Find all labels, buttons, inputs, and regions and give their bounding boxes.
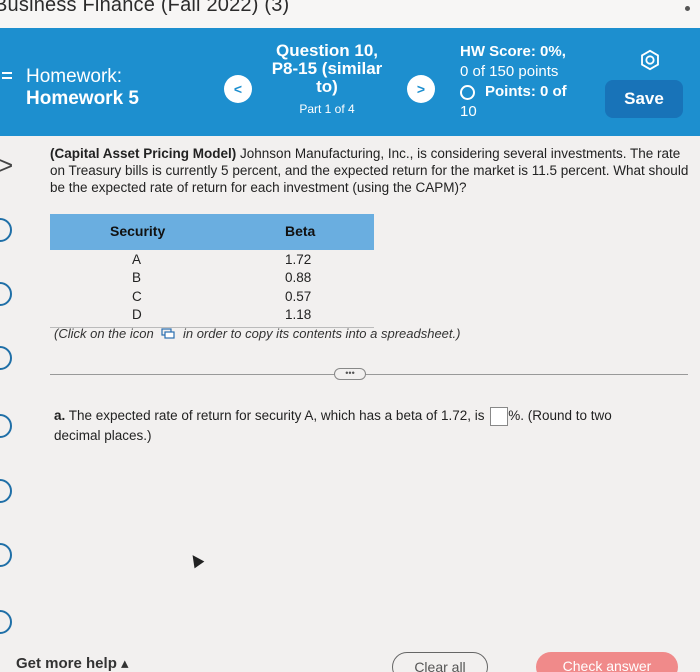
score-panel: HW Score: 0%, 0 of 150 points Points: 0 … bbox=[460, 42, 590, 122]
hw-points: 0 of 150 points bbox=[460, 63, 559, 80]
table-row: B 0.88 bbox=[50, 270, 374, 288]
current-question-arrow-icon: > bbox=[0, 150, 14, 180]
copy-note-before: (Click on the icon bbox=[54, 326, 154, 341]
copy-note-after: in order to copy its contents into a spr… bbox=[182, 326, 461, 341]
problem-statement: (Capital Asset Pricing Model) Johnson Ma… bbox=[50, 145, 690, 196]
copy-instruction: (Click on the icon in order to copy its … bbox=[54, 326, 460, 342]
expand-ellipsis-icon[interactable]: ••• bbox=[334, 368, 366, 380]
mouse-cursor-icon bbox=[187, 551, 205, 569]
points-label: Points: 0 of bbox=[485, 83, 567, 100]
save-button[interactable]: Save bbox=[605, 80, 683, 118]
problem-lead: (Capital Asset Pricing Model) bbox=[50, 146, 237, 161]
question-part: Part 1 of 4 bbox=[299, 102, 355, 116]
answer-input[interactable] bbox=[490, 406, 509, 426]
points-total: 10 bbox=[460, 103, 477, 120]
beta-cell: 1.18 bbox=[285, 307, 312, 322]
settings-gear-icon[interactable] bbox=[630, 42, 670, 78]
copy-to-spreadsheet-icon[interactable] bbox=[161, 327, 175, 342]
menu-icon[interactable] bbox=[2, 72, 12, 84]
points-ring-icon bbox=[460, 84, 475, 100]
part-a-text-after: %. bbox=[508, 408, 528, 423]
get-more-help-link[interactable]: Get more help ▴ bbox=[16, 654, 129, 672]
course-strip: Business Finance (Fall 2022) (3) bbox=[0, 0, 700, 28]
beta-cell: 0.57 bbox=[285, 289, 312, 304]
check-answer-button[interactable]: Check answer bbox=[536, 652, 678, 672]
question-nav-circle[interactable] bbox=[0, 543, 12, 567]
course-title: Business Finance (Fall 2022) (3) bbox=[0, 0, 290, 16]
previous-question-button[interactable]: < bbox=[224, 75, 252, 103]
question-part-a: a. The expected rate of return for secur… bbox=[54, 406, 654, 445]
column-header-beta: Beta bbox=[285, 223, 316, 239]
question-nav-circle[interactable] bbox=[0, 346, 12, 370]
beta-cell: 0.88 bbox=[285, 270, 312, 285]
beta-cell: 1.72 bbox=[285, 252, 312, 267]
status-dot bbox=[685, 6, 690, 11]
question-nav-circle[interactable] bbox=[0, 610, 12, 634]
table-row: A 1.72 bbox=[50, 252, 374, 270]
part-a-text-before: The expected rate of return for security… bbox=[65, 408, 489, 423]
question-header: Homework: Homework 5 < Question 10, P8-1… bbox=[0, 28, 700, 136]
part-letter: a. bbox=[54, 408, 66, 423]
hw-score: HW Score: 0%, bbox=[460, 43, 566, 60]
table-row: D 1.18 bbox=[50, 307, 374, 325]
security-cell: D bbox=[132, 307, 142, 322]
question-nav-circle[interactable] bbox=[0, 218, 12, 242]
security-cell: B bbox=[132, 270, 142, 285]
security-cell: A bbox=[132, 252, 142, 267]
table-header: Security Beta bbox=[50, 214, 374, 250]
next-question-button[interactable]: > bbox=[407, 75, 435, 103]
homework-title: Homework: Homework 5 bbox=[26, 66, 139, 110]
section-divider bbox=[50, 374, 688, 375]
question-points: Points: 0 of bbox=[460, 82, 590, 102]
column-header-security: Security bbox=[110, 223, 166, 239]
question-title: Question 10, P8-15 (similar to) bbox=[271, 41, 383, 96]
homework-label: Homework: bbox=[26, 66, 123, 87]
question-info: Question 10, P8-15 (similar to) Part 1 o… bbox=[262, 41, 392, 117]
security-cell: C bbox=[132, 289, 142, 304]
question-nav-circle[interactable] bbox=[0, 479, 12, 503]
homework-name: Homework 5 bbox=[26, 88, 139, 109]
question-nav-circle[interactable] bbox=[0, 414, 12, 438]
question-nav-circle[interactable] bbox=[0, 282, 12, 306]
clear-all-button[interactable]: Clear all bbox=[392, 652, 488, 672]
table-row: C 0.57 bbox=[50, 289, 374, 307]
